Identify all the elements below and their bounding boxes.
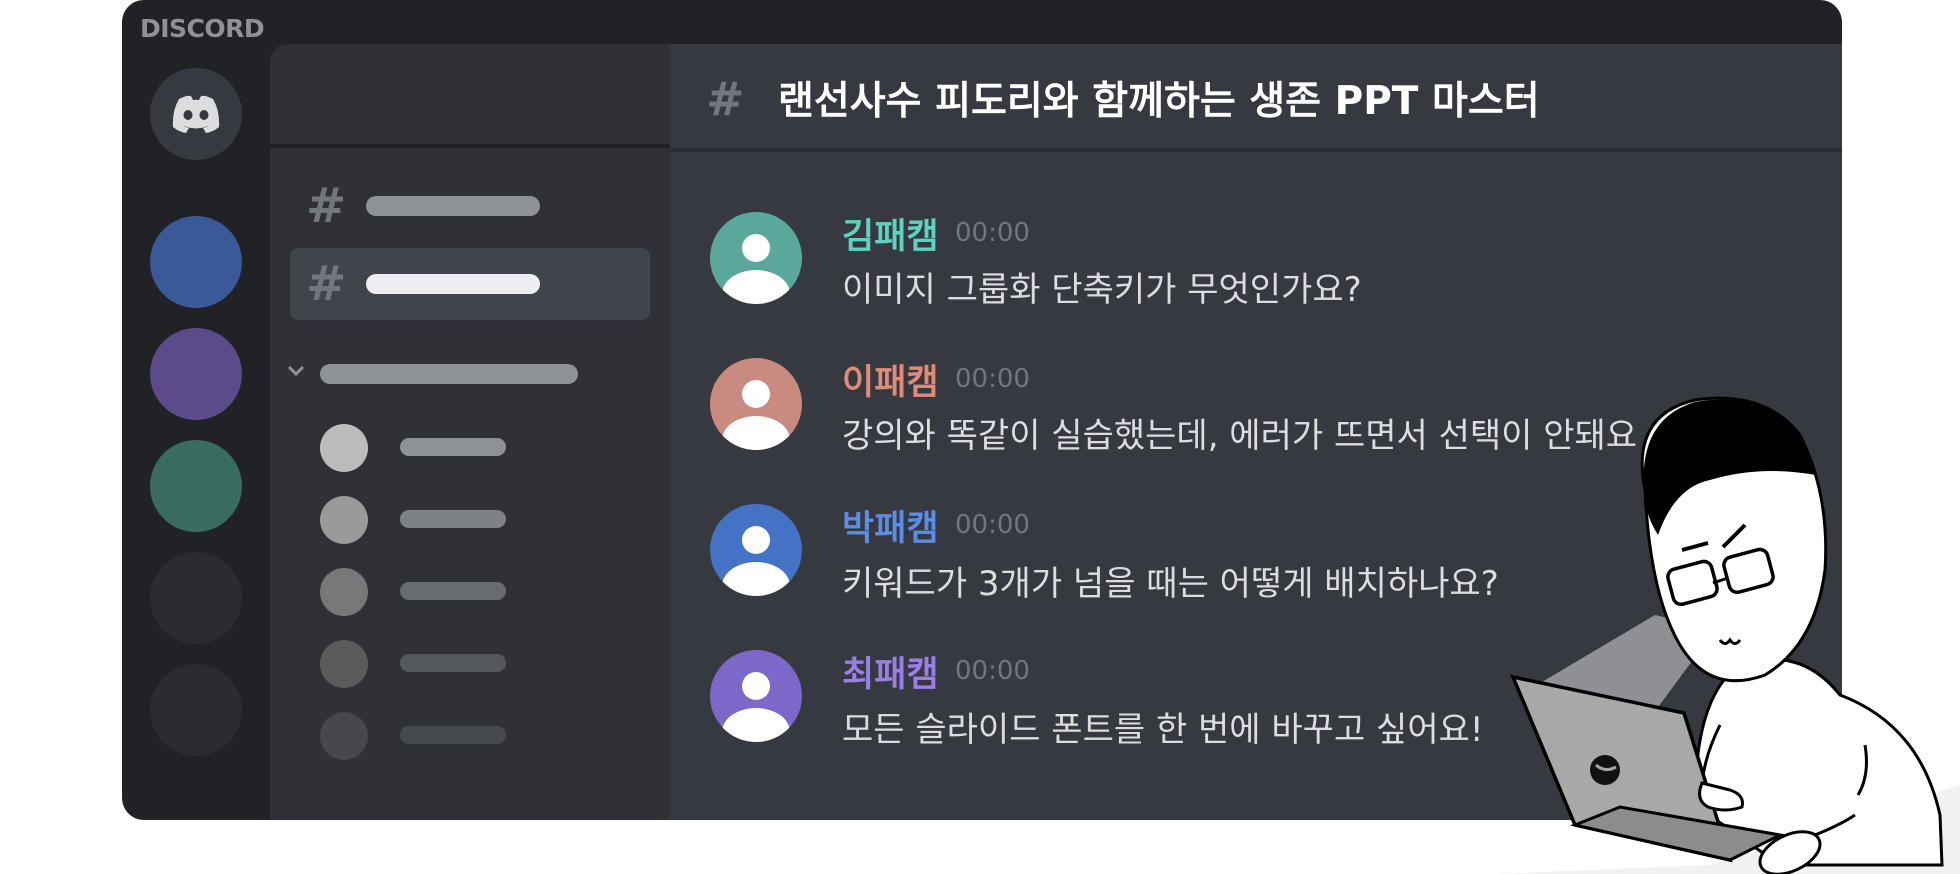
user-avatar[interactable] bbox=[710, 650, 802, 742]
channel-hash-icon: # bbox=[306, 178, 347, 234]
channel-item-1[interactable] bbox=[366, 196, 540, 216]
timestamp: 00:00 bbox=[955, 364, 1030, 394]
user-icon bbox=[722, 234, 790, 304]
home-server-button[interactable] bbox=[150, 68, 242, 160]
channel-hash-icon: # bbox=[706, 72, 745, 126]
timestamp: 00:00 bbox=[955, 218, 1030, 248]
channel-title: 랜선사수 피도리와 함께하는 생존 PPT 마스터 bbox=[778, 79, 1540, 124]
member-name[interactable] bbox=[400, 510, 506, 528]
server-header[interactable] bbox=[270, 44, 670, 148]
username[interactable]: 박패캠 bbox=[842, 500, 939, 551]
timestamp: 00:00 bbox=[955, 656, 1030, 686]
member-avatar[interactable] bbox=[320, 712, 368, 760]
server-icon-2[interactable] bbox=[150, 328, 242, 420]
user-avatar[interactable] bbox=[710, 504, 802, 596]
member-avatar[interactable] bbox=[320, 424, 368, 472]
server-icon-4[interactable] bbox=[150, 552, 242, 644]
member-name[interactable] bbox=[400, 582, 506, 600]
server-icon-3[interactable] bbox=[150, 440, 242, 532]
chevron-down-icon[interactable] bbox=[286, 364, 306, 378]
message-text: 모든 슬라이드 폰트를 한 번에 바꾸고 싶어요! bbox=[842, 710, 1484, 750]
username[interactable]: 이패캠 bbox=[842, 354, 939, 405]
channel-hash-icon: # bbox=[306, 256, 347, 312]
username[interactable]: 최패캠 bbox=[842, 646, 939, 697]
username[interactable]: 김패캠 bbox=[842, 208, 939, 259]
message-text: 키워드가 3개가 넘을 때는 어떻게 배치하나요? bbox=[842, 564, 1499, 604]
member-avatar[interactable] bbox=[320, 640, 368, 688]
user-avatar[interactable] bbox=[710, 358, 802, 450]
app-brand: DISCORD bbox=[140, 14, 265, 43]
category-header[interactable] bbox=[320, 364, 578, 384]
user-icon bbox=[722, 526, 790, 596]
member-name[interactable] bbox=[400, 726, 506, 744]
member-avatar[interactable] bbox=[320, 568, 368, 616]
user-avatar[interactable] bbox=[710, 212, 802, 304]
server-icon-5[interactable] bbox=[150, 664, 242, 756]
message-text: 이미지 그룹화 단축키가 무엇인가요? bbox=[842, 270, 1362, 310]
timestamp: 00:00 bbox=[955, 510, 1030, 540]
user-icon bbox=[722, 380, 790, 450]
server-icon-1[interactable] bbox=[150, 216, 242, 308]
member-name[interactable] bbox=[400, 438, 506, 456]
channel-item-2-label bbox=[366, 274, 540, 294]
member-name[interactable] bbox=[400, 654, 506, 672]
member-avatar[interactable] bbox=[320, 496, 368, 544]
discord-logo-icon bbox=[172, 95, 220, 133]
character-illustration bbox=[1495, 396, 1960, 874]
user-icon bbox=[722, 672, 790, 742]
